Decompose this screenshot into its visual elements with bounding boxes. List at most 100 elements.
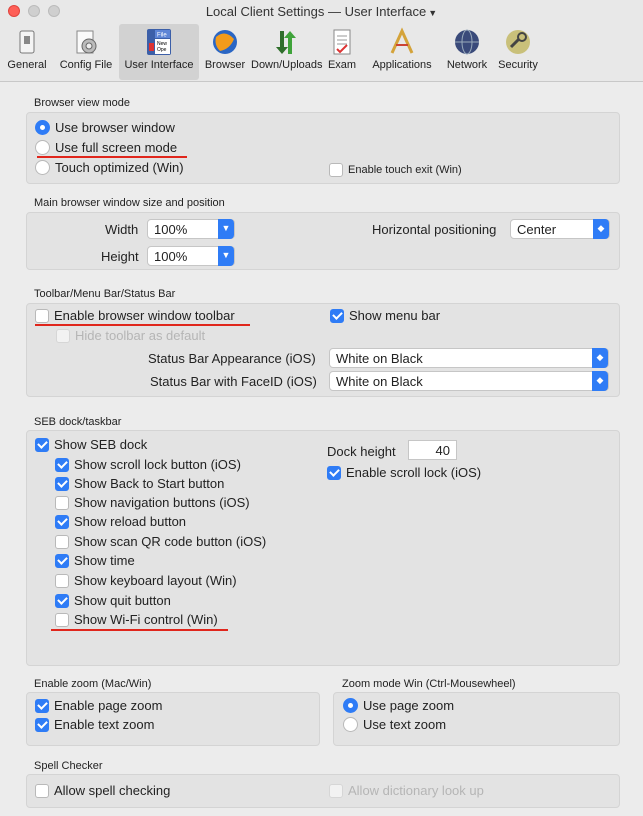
ui-icon-text-open: Ope (157, 47, 167, 53)
checkbox-show-menu-bar[interactable]: Show menu bar (330, 308, 440, 323)
checkbox[interactable] (35, 717, 49, 732)
tab-security[interactable]: Security (493, 24, 543, 80)
checkbox-enable-text-zoom[interactable]: Enable text zoom (35, 717, 154, 732)
status-bar-faceid-label: Status Bar with FaceID (iOS) (150, 374, 317, 389)
checkbox-enable-touch-exit[interactable]: Enable touch exit (Win) (329, 163, 462, 177)
window-title-section: User Interface (344, 4, 427, 19)
user-interface-icon: File New Ope (147, 29, 171, 55)
radio-button[interactable] (35, 140, 50, 155)
dock-item-label: Show Wi-Fi control (Win) (74, 612, 218, 627)
checkbox[interactable] (329, 783, 343, 798)
checkbox[interactable] (55, 534, 69, 549)
checkbox-enable-page-zoom[interactable]: Enable page zoom (35, 698, 162, 713)
checkbox[interactable] (35, 437, 49, 452)
radio-use-text-zoom[interactable]: Use text zoom (343, 717, 446, 732)
checkbox-hide-toolbar-default[interactable]: Hide toolbar as default (56, 328, 205, 343)
browser-view-mode-title: Browser view mode (34, 97, 130, 109)
dock-item-label: Show scan QR code button (iOS) (74, 534, 267, 549)
checkbox[interactable] (55, 612, 69, 627)
checkbox-dock-item[interactable]: Show keyboard layout (Win) (55, 573, 237, 588)
width-select[interactable]: 100% ▼ (147, 219, 235, 239)
zoom-title: Enable zoom (Mac/Win) (34, 678, 152, 690)
tab-general[interactable]: General (2, 24, 52, 80)
radio-button[interactable] (343, 717, 358, 732)
checkbox[interactable] (55, 476, 69, 491)
checkbox-dock-item[interactable]: Show scan QR code button (iOS) (55, 534, 266, 549)
tab-applications[interactable]: Applications (363, 24, 441, 80)
checkbox-dock-item[interactable]: Show reload button (55, 514, 186, 529)
window-title-separator: — (327, 4, 341, 19)
radio-use-page-zoom-label: Use page zoom (363, 698, 455, 713)
spell-checker-title: Spell Checker (34, 760, 103, 772)
width-label: Width (105, 222, 139, 237)
checkbox[interactable] (330, 308, 344, 323)
checkbox-dock-item[interactable]: Show navigation buttons (iOS) (55, 495, 250, 510)
status-bar-faceid-select[interactable]: White on Black ◆ (329, 371, 609, 391)
tab-down-uploads[interactable]: Down/Uploads (251, 24, 323, 80)
dock-height-input[interactable]: 40 (408, 440, 457, 460)
checkbox-hide-toolbar-default-label: Hide toolbar as default (75, 328, 206, 343)
checkbox[interactable] (55, 593, 69, 608)
title-menu-caret-icon[interactable]: ▼ (428, 8, 437, 18)
tab-user-interface[interactable]: File New Ope User Interface (119, 24, 199, 80)
radio-button[interactable] (35, 120, 50, 135)
tab-exam[interactable]: Exam (322, 24, 362, 80)
chevron-updown-icon: ◆ (592, 371, 608, 391)
checkbox[interactable] (55, 514, 69, 529)
radio-use-full-screen-mode[interactable]: Use full screen mode (35, 140, 177, 155)
checkbox[interactable] (55, 457, 69, 472)
checkbox[interactable] (35, 698, 49, 713)
checkbox[interactable] (55, 553, 69, 568)
dock-item-label: Show quit button (74, 593, 171, 608)
checkbox-allow-dictionary-lookup-label: Allow dictionary look up (348, 783, 484, 798)
tab-config-file[interactable]: Config File (54, 24, 118, 80)
ui-icon-text-file: File (157, 33, 167, 39)
checkbox-allow-dictionary-lookup[interactable]: Allow dictionary look up (329, 783, 484, 798)
height-select[interactable]: 100% ▼ (147, 246, 235, 266)
tab-network[interactable]: Network (443, 24, 491, 80)
radio-button[interactable] (35, 160, 50, 175)
checkbox[interactable] (329, 163, 343, 177)
checkbox[interactable] (55, 495, 69, 510)
radio-button[interactable] (343, 698, 358, 713)
chevron-down-icon: ▼ (218, 219, 234, 239)
checkbox-dock-item[interactable]: Show Back to Start button (55, 476, 224, 491)
checkbox-allow-spell-checking[interactable]: Allow spell checking (35, 783, 170, 798)
tab-security-label: Security (498, 59, 538, 71)
status-bar-appearance-select[interactable]: White on Black ◆ (329, 348, 609, 368)
applications-icon (390, 27, 414, 54)
checkbox-dock-item[interactable]: Show scroll lock button (iOS) (55, 457, 241, 472)
chevron-updown-icon: ◆ (593, 219, 609, 239)
checkbox[interactable] (327, 465, 341, 480)
checkbox-show-seb-dock-label: Show SEB dock (54, 437, 148, 452)
checkbox-allow-spell-checking-label: Allow spell checking (54, 783, 171, 798)
tab-down-uploads-label: Down/Uploads (251, 59, 323, 71)
checkbox-enable-browser-toolbar[interactable]: Enable browser window toolbar (35, 308, 235, 323)
checkbox[interactable] (55, 573, 69, 588)
radio-use-page-zoom[interactable]: Use page zoom (343, 698, 454, 713)
checkbox-dock-item[interactable]: Show Wi-Fi control (Win) (55, 612, 218, 627)
checkbox[interactable] (56, 328, 70, 343)
radio-touch-optimized[interactable]: Touch optimized (Win) (35, 160, 184, 175)
tab-exam-label: Exam (327, 59, 357, 71)
radio-use-browser-window[interactable]: Use browser window (35, 120, 175, 135)
checkbox-enable-touch-exit-label: Enable touch exit (Win) (348, 164, 462, 176)
horizontal-positioning-label: Horizontal positioning (372, 222, 497, 237)
checkbox-dock-item[interactable]: Show quit button (55, 593, 171, 608)
tab-applications-label: Applications (372, 59, 432, 71)
dock-item-label: Show keyboard layout (Win) (74, 573, 237, 588)
dock-item-label: Show Back to Start button (74, 476, 225, 491)
checkbox-show-menu-bar-label: Show menu bar (349, 308, 441, 323)
radio-use-full-screen-mode-label: Use full screen mode (55, 140, 178, 155)
horizontal-positioning-value: Center (517, 222, 557, 237)
checkbox-dock-item[interactable]: Show time (55, 553, 135, 568)
toolbar-menu-title: Toolbar/Menu Bar/Status Bar (34, 288, 176, 300)
checkbox[interactable] (35, 783, 49, 798)
checkbox-enable-scroll-lock[interactable]: Enable scroll lock (iOS) (327, 465, 481, 480)
tab-general-label: General (7, 59, 47, 71)
horizontal-positioning-select[interactable]: Center ◆ (510, 219, 610, 239)
title-bar: Local Client Settings — User Interface ▼ (0, 0, 643, 22)
tab-browser[interactable]: Browser (200, 24, 250, 80)
checkbox-show-seb-dock[interactable]: Show SEB dock (35, 437, 147, 452)
checkbox[interactable] (35, 308, 49, 323)
